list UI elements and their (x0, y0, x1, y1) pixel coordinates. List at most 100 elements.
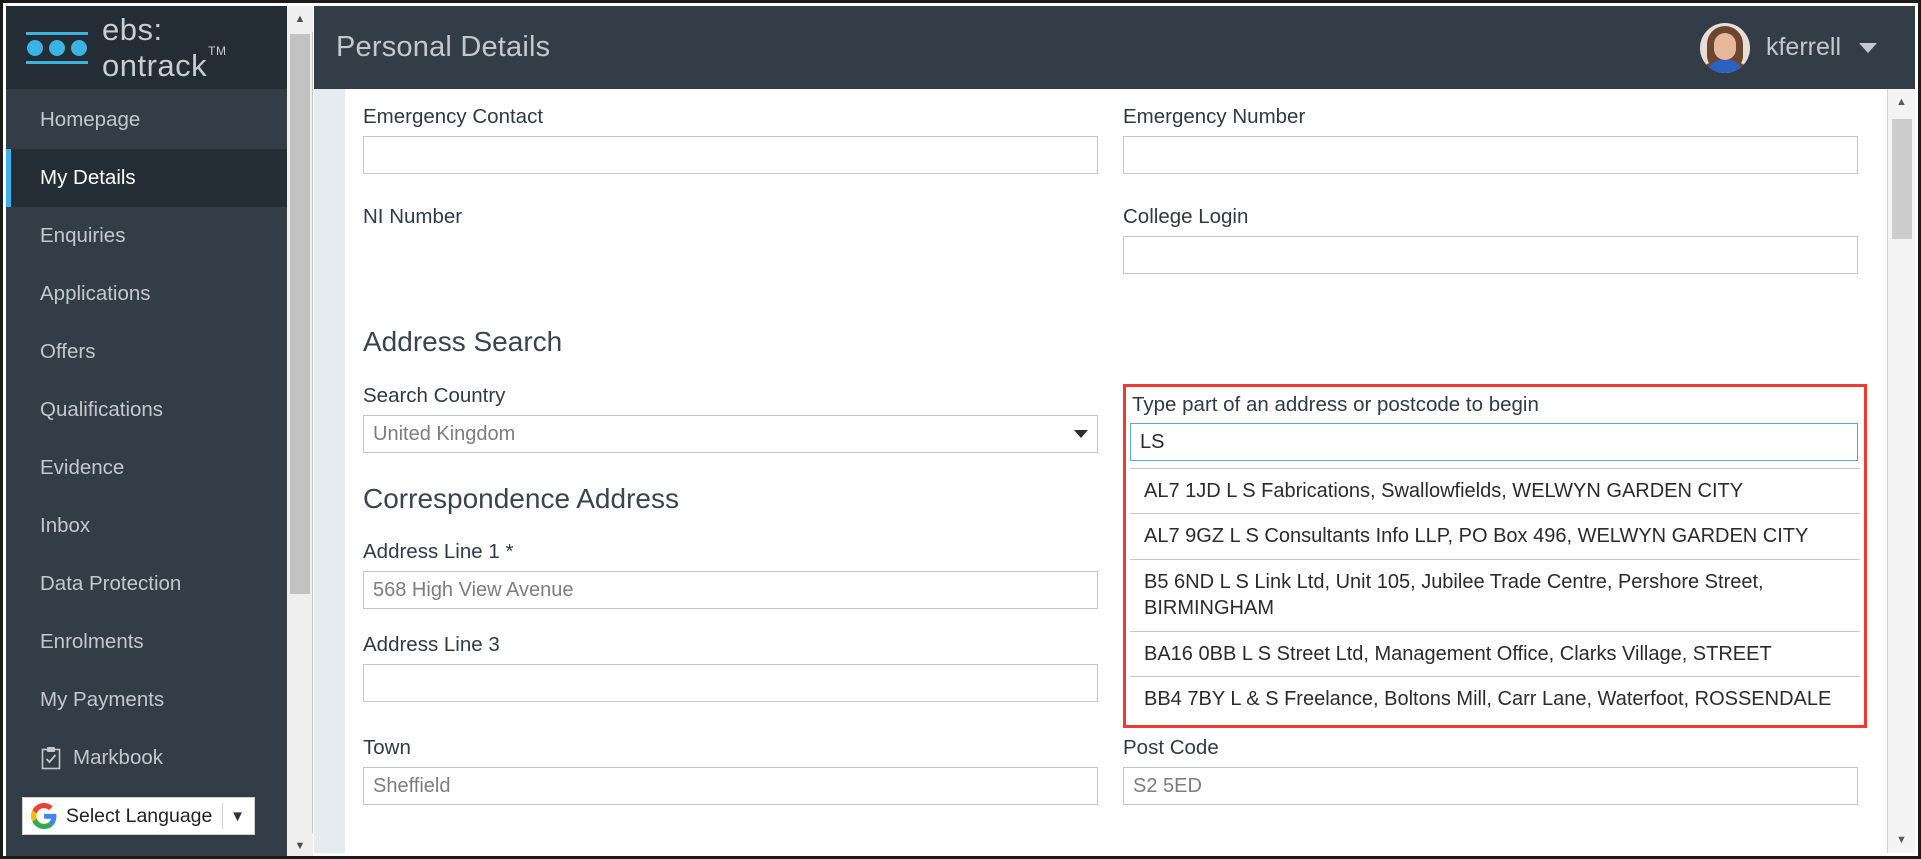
sidebar-item-offers[interactable]: Offers (6, 323, 287, 381)
sidebar-item-label: Homepage (40, 108, 141, 131)
chevron-down-icon[interactable] (1859, 42, 1877, 53)
google-g-icon (31, 803, 57, 829)
form-row-town-postcode: Town Post Code (363, 736, 1881, 815)
scroll-up-arrow-icon[interactable]: ▲ (287, 6, 313, 32)
town-input[interactable] (363, 767, 1098, 805)
search-country-select[interactable]: United Kingdom (363, 415, 1098, 453)
sidebar-item-label: Markbook (73, 746, 164, 769)
field-address-line-1: Address Line 1 * (363, 540, 1098, 609)
sidebar-nav: Homepage My Details Enquiries Applicatio… (6, 89, 287, 787)
sidebar-item-label: Evidence (40, 456, 125, 479)
sidebar-item-label: Data Protection (40, 572, 182, 595)
list-item[interactable]: AL7 1JD L S Fabrications, Swallowfields,… (1130, 469, 1860, 515)
emergency-contact-label: Emergency Contact (363, 105, 544, 128)
chevron-down-icon[interactable]: ▼ (230, 808, 250, 825)
sidebar-item-homepage[interactable]: Homepage (6, 91, 287, 149)
form-col-left: Town (363, 736, 1098, 815)
header-bar: Personal Details kferrell (314, 6, 1915, 89)
sidebar-item-my-details[interactable]: My Details (6, 149, 287, 207)
form-row-address-search: Search Country United Kingdom Correspond… (363, 384, 1881, 729)
sidebar-item-applications[interactable]: Applications (6, 265, 287, 323)
ebs-dots-logo-icon (26, 31, 88, 64)
language-selector-divider (222, 803, 224, 829)
app-scrollbar[interactable]: ▲ ▼ (287, 6, 313, 856)
field-emergency-number: Emergency Number (1123, 105, 1858, 174)
clipboard-check-icon (40, 746, 62, 770)
sidebar-item-qualifications[interactable]: Qualifications (6, 381, 287, 439)
brand-logo[interactable]: ebs: ontrackTM (6, 6, 287, 89)
list-item[interactable]: BB4 7BY L & S Freelance, Boltons Mill, C… (1130, 677, 1860, 721)
form-col-right: Post Code (1123, 736, 1858, 815)
address-lookup-highlight: Type part of an address or postcode to b… (1123, 384, 1867, 729)
language-selector-label: Select Language (66, 804, 213, 827)
sidebar-item-evidence[interactable]: Evidence (6, 439, 287, 497)
scroll-down-arrow-icon[interactable]: ▼ (1888, 827, 1915, 853)
post-code-label: Post Code (1123, 736, 1219, 759)
sidebar-item-label: Applications (40, 282, 151, 305)
sidebar: ebs: ontrackTM Homepage My Details Enqui… (6, 6, 287, 856)
town-label: Town (363, 736, 411, 759)
emergency-contact-input[interactable] (363, 136, 1098, 174)
address-lookup-input[interactable] (1130, 423, 1858, 461)
list-item[interactable]: B5 6ND L S Link Ltd, Unit 105, Jubilee T… (1130, 560, 1860, 632)
emergency-number-input[interactable] (1123, 136, 1858, 174)
sidebar-item-my-payments[interactable]: My Payments (6, 671, 287, 729)
app-window: ebs: ontrackTM Homepage My Details Enqui… (0, 0, 1921, 859)
college-login-input[interactable] (1123, 236, 1858, 274)
sidebar-item-enquiries[interactable]: Enquiries (6, 207, 287, 265)
form-row-emergency: Emergency Contact Emergency Number (363, 105, 1881, 184)
user-name: kferrell (1765, 33, 1841, 61)
address-line-3-label: Address Line 3 (363, 633, 500, 656)
address-line-1-input[interactable] (363, 571, 1098, 609)
sidebar-item-label: Qualifications (40, 398, 164, 421)
ni-number-label: NI Number (363, 205, 463, 228)
field-search-country: Search Country United Kingdom (363, 384, 1098, 453)
scroll-up-arrow-icon[interactable]: ▲ (1888, 89, 1915, 115)
form-col-right: Type part of an address or postcode to b… (1123, 384, 1867, 729)
scrollbar-thumb[interactable] (290, 34, 310, 594)
page-title: Personal Details (336, 31, 551, 63)
form-col-right: Emergency Number (1123, 105, 1858, 184)
content-left-gutter (314, 89, 345, 853)
search-country-value: United Kingdom (373, 422, 516, 445)
chevron-down-icon[interactable] (1074, 430, 1088, 438)
main-content: Emergency Contact Emergency Number NI Nu… (314, 89, 1915, 853)
sidebar-item-label: Enrolments (40, 630, 144, 653)
sidebar-item-inbox[interactable]: Inbox (6, 497, 287, 555)
user-menu[interactable]: kferrell (1699, 22, 1877, 73)
post-code-input[interactable] (1123, 767, 1858, 805)
sidebar-item-label: Offers (40, 340, 96, 363)
field-post-code: Post Code (1123, 736, 1858, 805)
search-country-label: Search Country (363, 384, 506, 407)
sidebar-item-data-protection[interactable]: Data Protection (6, 555, 287, 613)
sidebar-item-enrolments[interactable]: Enrolments (6, 613, 287, 671)
address-line-1-label: Address Line 1 * (363, 540, 514, 563)
avatar (1699, 22, 1750, 73)
field-emergency-contact: Emergency Contact (363, 105, 1098, 174)
sidebar-item-markbook[interactable]: Markbook (6, 729, 287, 787)
list-item[interactable]: AL7 9GZ L S Consultants Info LLP, PO Box… (1130, 514, 1860, 560)
list-item[interactable]: BA16 0BB L S Street Ltd, Management Offi… (1130, 632, 1860, 677)
sidebar-item-label: Enquiries (40, 224, 126, 247)
field-college-login: College Login (1123, 205, 1858, 274)
form-row-ni-college: NI Number College Login (363, 205, 1881, 284)
sidebar-item-label: Inbox (40, 514, 91, 537)
scroll-down-arrow-icon[interactable]: ▼ (287, 833, 313, 856)
form-col-left: Search Country United Kingdom Correspond… (363, 384, 1098, 712)
form-col-right: College Login (1123, 205, 1858, 284)
correspondence-address-heading: Correspondence Address (363, 483, 679, 514)
brand-name-text: ebs: ontrack (102, 11, 208, 83)
emergency-number-label: Emergency Number (1123, 105, 1306, 128)
brand-name: ebs: ontrackTM (102, 12, 287, 84)
address-lookup-label: Type part of an address or postcode to b… (1132, 393, 1539, 416)
address-suggestion-list: AL7 1JD L S Fabrications, Swallowfields,… (1130, 468, 1860, 722)
brand-trademark: TM (208, 44, 227, 59)
content-scrollbar[interactable]: ▲ ▼ (1887, 89, 1915, 853)
address-line-3-input[interactable] (363, 664, 1098, 702)
field-address-line-3: Address Line 3 (363, 633, 1098, 702)
form-col-left: NI Number (363, 205, 1098, 284)
field-town: Town (363, 736, 1098, 805)
language-selector[interactable]: Select Language ▼ (22, 797, 255, 835)
scrollbar-thumb[interactable] (1892, 119, 1912, 239)
sidebar-item-label: My Details (40, 166, 136, 189)
